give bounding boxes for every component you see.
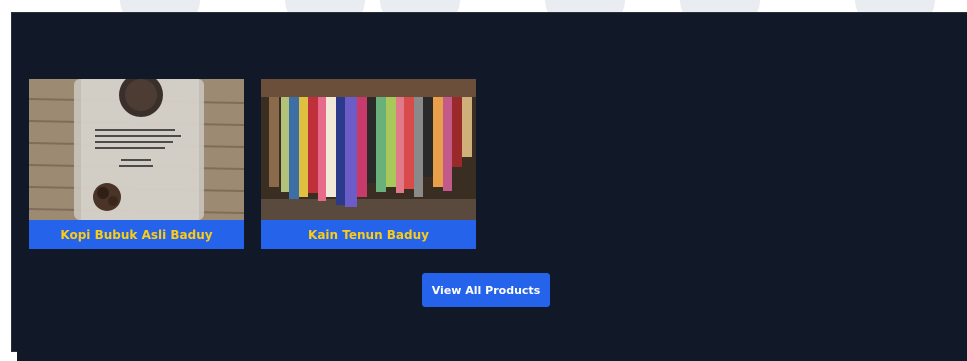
products-section: Kopi Bubuk Asli Baduy Kain Tenun Baduy V… — [17, 21, 967, 361]
coffee-bag-image — [29, 79, 244, 220]
page-frame: Kopi Bubuk Asli Baduy Kain Tenun Baduy V… — [11, 12, 967, 361]
product-card[interactable]: Kain Tenun Baduy — [261, 79, 476, 249]
product-card[interactable]: Kopi Bubuk Asli Baduy — [29, 79, 244, 249]
product-name[interactable]: Kain Tenun Baduy — [261, 220, 476, 249]
woven-cloth-image — [261, 79, 476, 220]
view-all-products-button[interactable]: View All Products — [422, 273, 550, 307]
product-name[interactable]: Kopi Bubuk Asli Baduy — [29, 220, 244, 249]
